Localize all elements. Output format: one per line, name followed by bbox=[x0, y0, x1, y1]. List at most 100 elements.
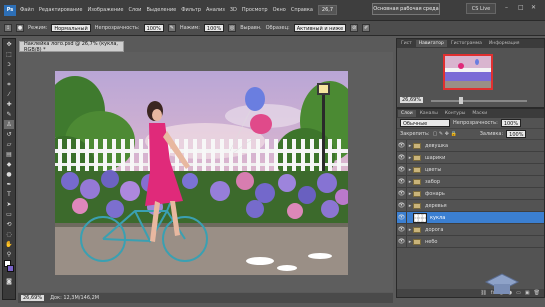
pressure-size-icon[interactable]: ◎ bbox=[228, 24, 237, 32]
hand-tool-icon[interactable]: ✋ bbox=[4, 240, 14, 249]
lasso-tool-icon[interactable]: ↄ bbox=[4, 60, 14, 69]
layer-thumbnail bbox=[413, 212, 427, 223]
brush-tool-icon[interactable]: ✎ bbox=[4, 110, 14, 119]
tab-info[interactable]: Информация bbox=[486, 40, 523, 47]
maximize-icon[interactable]: □ bbox=[518, 4, 524, 11]
layer-row[interactable]: 👁 ▸ шарики bbox=[397, 151, 544, 164]
lock-row: Закрепить: ▢ ✎ ✥ 🔒 Заливка: 100% bbox=[397, 129, 544, 140]
delete-layer-icon[interactable]: 🗑 bbox=[534, 290, 540, 296]
eyedropper-tool-icon[interactable]: ⁄ bbox=[4, 90, 14, 99]
aligned-checkbox-label[interactable]: Выравн. bbox=[240, 25, 261, 31]
tab-channels[interactable]: Каналы bbox=[417, 110, 441, 117]
layer-name: цветы bbox=[425, 166, 442, 173]
tab-navigator[interactable]: Навигатор bbox=[415, 40, 447, 47]
ignore-adjustment-icon[interactable]: ⊘ bbox=[350, 24, 359, 32]
layer-row-selected[interactable]: 👁 кукла bbox=[397, 211, 544, 224]
menu-3d[interactable]: 3D bbox=[230, 7, 237, 13]
new-layer-icon[interactable]: ▣ bbox=[525, 290, 530, 296]
eye-icon[interactable]: 👁 bbox=[397, 187, 407, 200]
quick-mask-icon[interactable]: ◙ bbox=[4, 277, 14, 286]
tab-layers[interactable]: Слои bbox=[398, 110, 416, 117]
layer-row[interactable]: 👁 ▸ забор bbox=[397, 175, 544, 188]
menu-view[interactable]: Просмотр bbox=[242, 7, 268, 13]
menu-image[interactable]: Изображение bbox=[87, 7, 123, 13]
pen-tool-icon[interactable]: ✒ bbox=[4, 180, 14, 189]
workspace-button[interactable]: Основная рабочая среда bbox=[372, 3, 440, 15]
3d-rotate-tool-icon[interactable]: ⟲ bbox=[4, 220, 14, 229]
path-select-tool-icon[interactable]: ➤ bbox=[4, 200, 14, 209]
tab-hist-short[interactable]: Гист bbox=[398, 40, 415, 47]
tab-paths[interactable]: Контуры bbox=[442, 110, 469, 117]
layer-row[interactable]: 👁 ▸ деревья bbox=[397, 199, 544, 212]
navigator-slider-handle[interactable] bbox=[459, 97, 463, 104]
eye-icon[interactable]: 👁 bbox=[397, 175, 407, 188]
tab-masks[interactable]: Маски bbox=[469, 110, 490, 117]
menu-layers[interactable]: Слои bbox=[128, 7, 141, 13]
layer-row[interactable]: 👁 ▸ цветы bbox=[397, 163, 544, 176]
quick-select-tool-icon[interactable]: ✧ bbox=[4, 70, 14, 79]
eye-icon[interactable]: 👁 bbox=[397, 163, 407, 176]
blur-tool-icon[interactable]: ◆ bbox=[4, 160, 14, 169]
canvas-image[interactable] bbox=[55, 71, 348, 275]
tablet-pressure-icon[interactable]: ✐ bbox=[362, 24, 371, 32]
eye-icon[interactable]: 👁 bbox=[397, 151, 407, 164]
eye-icon[interactable]: 👁 bbox=[397, 211, 407, 224]
menu-select[interactable]: Выделение bbox=[146, 7, 176, 13]
blend-row: Обычные Непрозрачность: 100% bbox=[397, 118, 544, 129]
layer-name: забор bbox=[425, 178, 441, 185]
foreground-color-icon[interactable] bbox=[4, 260, 14, 276]
layer-row[interactable]: 👁 ▸ фонарь bbox=[397, 187, 544, 200]
tool-preset-icon[interactable]: ⟟ bbox=[4, 24, 12, 32]
marquee-tool-icon[interactable]: ⬚ bbox=[4, 50, 14, 59]
menu-help[interactable]: Справка bbox=[291, 7, 313, 13]
eye-icon[interactable]: 👁 bbox=[397, 235, 407, 248]
document-tab[interactable]: Наклейка лого.psd @ 26,7% (кукла, RGB/8)… bbox=[19, 41, 124, 53]
type-tool-icon[interactable]: T bbox=[4, 190, 14, 199]
menu-analysis[interactable]: Анализ bbox=[206, 7, 225, 13]
menu-window[interactable]: Окно bbox=[273, 7, 286, 13]
zoom-tool-icon[interactable]: ⚲ bbox=[4, 250, 14, 259]
close-icon[interactable]: ✕ bbox=[531, 4, 536, 11]
lock-icon[interactable]: ▢ ✎ ✥ 🔒 bbox=[433, 131, 457, 137]
pressure-input[interactable]: 100% bbox=[203, 24, 225, 32]
navigator-zoom-slider[interactable] bbox=[431, 100, 527, 102]
gradient-tool-icon[interactable]: ▤ bbox=[4, 150, 14, 159]
mode-select[interactable]: Нормальный bbox=[51, 24, 91, 32]
eraser-tool-icon[interactable]: ▱ bbox=[4, 140, 14, 149]
blend-mode-select[interactable]: Обычные bbox=[400, 119, 450, 127]
layer-row[interactable]: 👁 ▸ небо bbox=[397, 235, 544, 248]
eye-icon[interactable]: 👁 bbox=[397, 223, 407, 236]
navigator-zoom-input[interactable]: 26,69% bbox=[400, 97, 424, 103]
healing-tool-icon[interactable]: ✚ bbox=[4, 100, 14, 109]
menu-edit[interactable]: Редактирование bbox=[39, 7, 83, 13]
history-brush-tool-icon[interactable]: ↺ bbox=[4, 130, 14, 139]
mode-label: Режим: bbox=[28, 25, 48, 31]
fill-input[interactable]: 100% bbox=[506, 130, 527, 138]
layers-panel: Слои Каналы Контуры Маски Обычные Непроз… bbox=[396, 108, 545, 298]
airbrush-icon[interactable]: ✎ bbox=[167, 24, 176, 32]
navigator-thumbnail[interactable] bbox=[443, 54, 493, 90]
layer-row[interactable]: 👁 ▸ дорога bbox=[397, 223, 544, 236]
brush-preset-icon[interactable]: ● bbox=[16, 24, 24, 32]
zoom-level-display[interactable]: 26,7 bbox=[317, 5, 338, 15]
status-zoom-input[interactable]: 26,69% bbox=[21, 295, 45, 301]
3d-orbit-tool-icon[interactable]: ◌ bbox=[4, 230, 14, 239]
tab-histogram[interactable]: Гистограмма bbox=[448, 40, 485, 47]
opacity-input[interactable]: 100% bbox=[143, 24, 164, 32]
menu-file[interactable]: Файл bbox=[20, 7, 34, 13]
eye-icon[interactable]: 👁 bbox=[397, 139, 407, 152]
dodge-tool-icon[interactable]: ● bbox=[4, 170, 14, 179]
move-tool-icon[interactable]: ✥ bbox=[4, 40, 14, 49]
watermark-logo bbox=[482, 268, 522, 298]
sample-select[interactable]: Активный и ниже bbox=[293, 24, 347, 32]
shape-tool-icon[interactable]: ▭ bbox=[4, 210, 14, 219]
toolbox: ✥ ⬚ ↄ ✧ ⌗ ⁄ ✚ ✎ ♙ ↺ ▱ ▤ ◆ ● ✒ T ➤ ▭ ⟲ ◌ … bbox=[2, 38, 16, 300]
minimize-icon[interactable]: – bbox=[505, 4, 508, 11]
menu-filter[interactable]: Фильтр bbox=[181, 7, 201, 13]
clone-stamp-tool-icon[interactable]: ♙ bbox=[4, 120, 14, 129]
eye-icon[interactable]: 👁 bbox=[397, 199, 407, 212]
layer-opacity-input[interactable]: 100% bbox=[500, 119, 522, 127]
crop-tool-icon[interactable]: ⌗ bbox=[4, 80, 14, 89]
cs-live-button[interactable]: CS Live bbox=[466, 3, 496, 14]
layer-row[interactable]: 👁 ▸ девушка bbox=[397, 139, 544, 152]
